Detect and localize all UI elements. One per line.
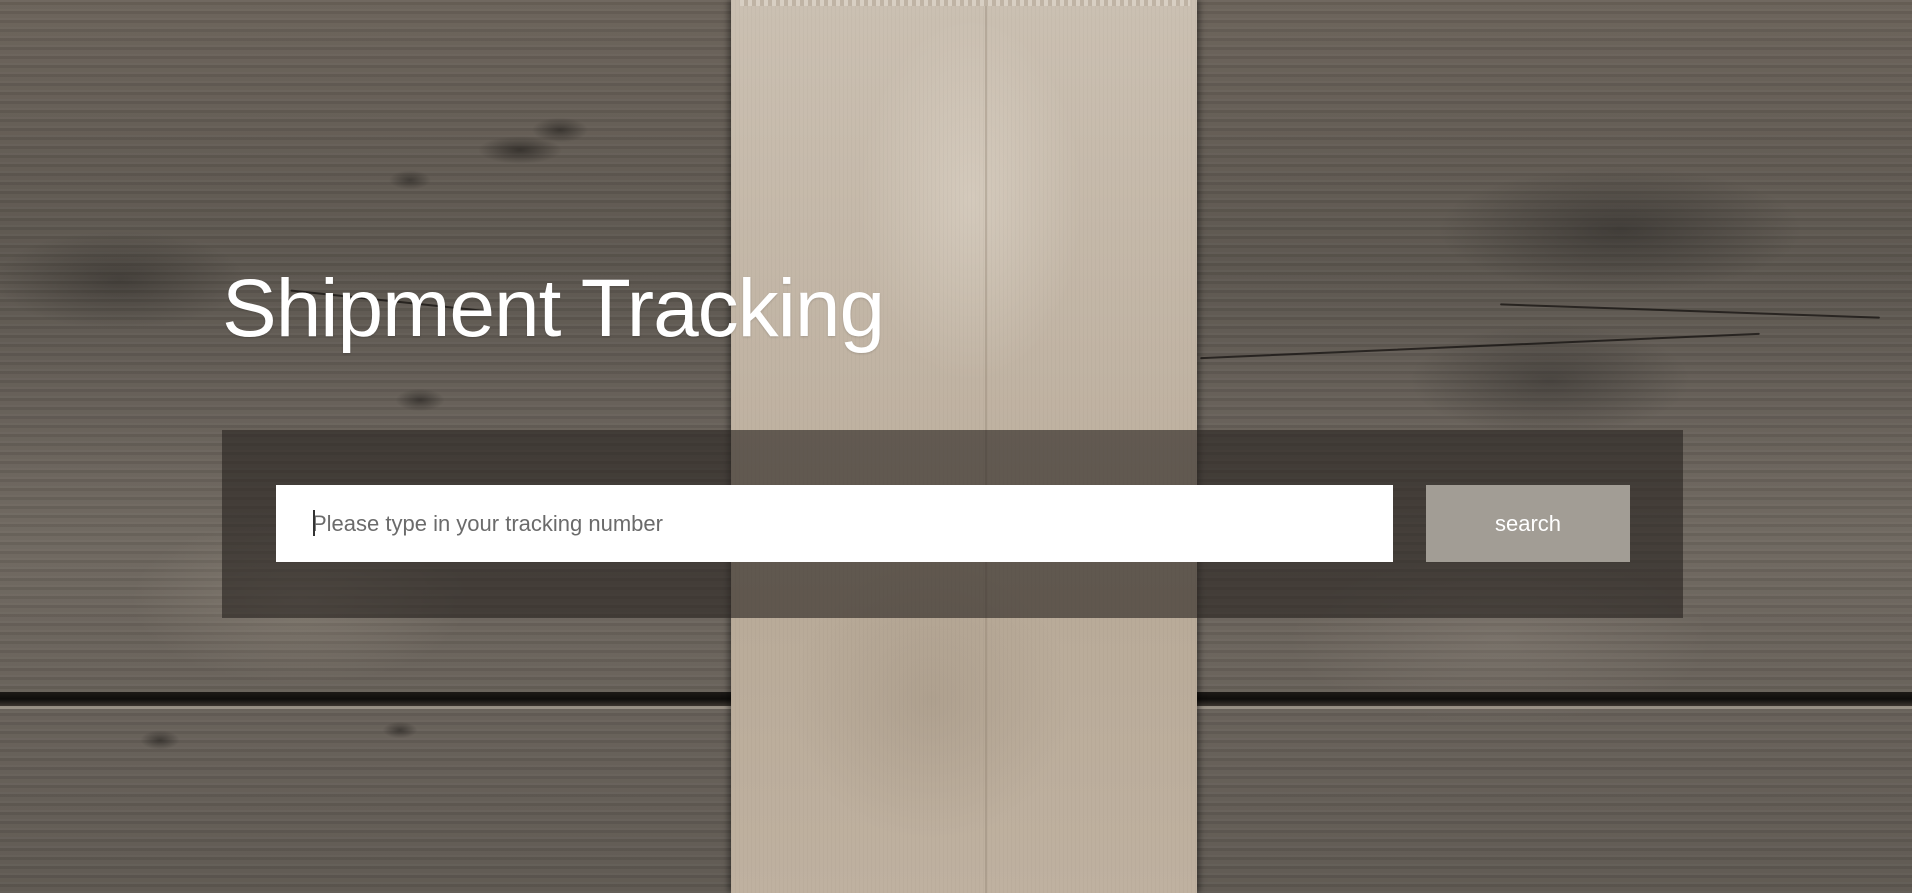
tracking-search-panel: search <box>222 430 1683 618</box>
paper-bag-serrated-edge <box>740 0 1190 6</box>
tracking-number-input[interactable] <box>276 485 1393 562</box>
search-button[interactable]: search <box>1426 485 1630 562</box>
hero-section: Shipment Tracking search <box>0 0 1912 893</box>
page-title: Shipment Tracking <box>222 263 885 354</box>
text-cursor <box>313 510 315 536</box>
